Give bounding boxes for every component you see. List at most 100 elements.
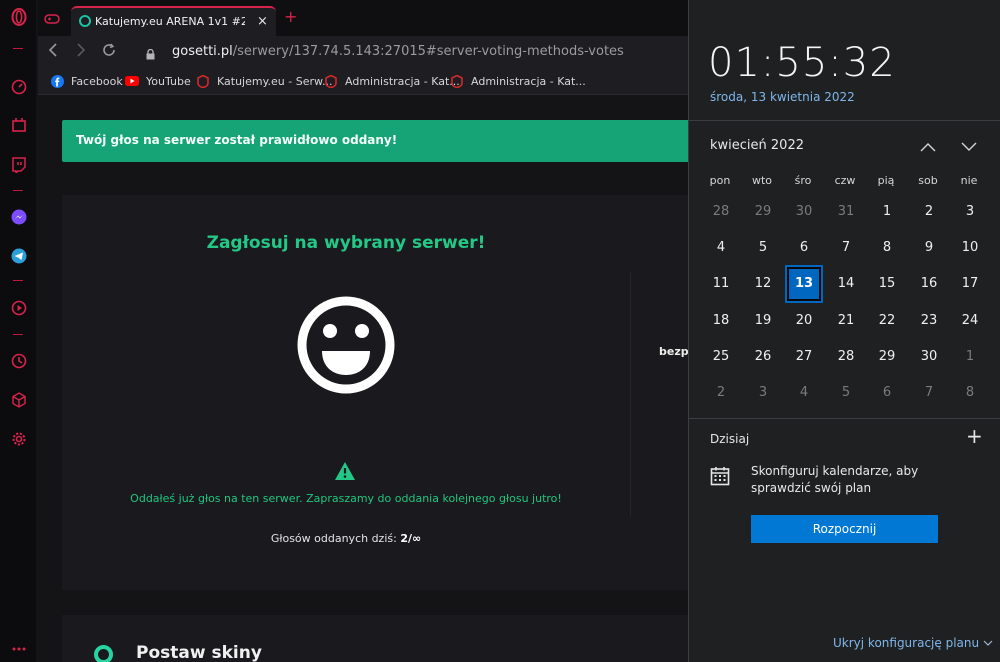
sidebar-divider bbox=[13, 48, 23, 49]
bookmark-administracja[interactable]: Administracja - Kat... bbox=[324, 74, 460, 88]
add-event-button[interactable]: + bbox=[966, 426, 983, 446]
calendar-day[interactable]: 5 bbox=[826, 376, 866, 410]
calendar-day[interactable]: 3 bbox=[743, 376, 783, 410]
start-button[interactable]: Rozpocznij bbox=[751, 515, 938, 543]
bookmark-label: Facebook bbox=[71, 74, 123, 88]
calendar-day[interactable]: 10 bbox=[950, 231, 990, 265]
votes-today-label: Głosów oddanych dziś: bbox=[270, 532, 397, 545]
calendar-day[interactable]: 3 bbox=[950, 195, 990, 229]
calendar-day[interactable]: 6 bbox=[867, 376, 907, 410]
calendar-day[interactable]: 4 bbox=[701, 231, 741, 265]
address-bar: gosetti.pl/serwery/137.74.5.143:27015#se… bbox=[38, 36, 688, 68]
weekday-label: nie bbox=[960, 174, 978, 187]
calendar-day[interactable]: 20 bbox=[784, 304, 824, 338]
twitch-gx-icon[interactable] bbox=[10, 116, 28, 134]
history-icon[interactable] bbox=[10, 352, 28, 370]
calendar-day[interactable]: 1 bbox=[867, 195, 907, 229]
calendar-day-today[interactable]: 13 bbox=[785, 265, 823, 303]
calendar-day[interactable]: 14 bbox=[826, 267, 866, 301]
calendar-day[interactable]: 18 bbox=[701, 304, 741, 338]
twitch-icon[interactable] bbox=[10, 156, 28, 174]
calendar-day[interactable]: 29 bbox=[743, 195, 783, 229]
calendar-day[interactable]: 31 bbox=[826, 195, 866, 229]
toast-message: Twój głos na serwer został prawidłowo od… bbox=[76, 133, 398, 147]
calendar-day[interactable]: 21 bbox=[826, 304, 866, 338]
weekday-label: sob bbox=[918, 174, 938, 187]
youtube-icon bbox=[125, 74, 139, 88]
calendar-day[interactable]: 2 bbox=[701, 376, 741, 410]
opera-sidebar bbox=[0, 0, 37, 662]
url-path: /serwery/137.74.5.143:27015#server-votin… bbox=[232, 44, 624, 59]
calendar-day[interactable]: 9 bbox=[909, 231, 949, 265]
calendar-day[interactable]: 7 bbox=[909, 376, 949, 410]
weekday-label: wto bbox=[751, 174, 773, 187]
calendar-day[interactable]: 6 bbox=[784, 231, 824, 265]
katujemy-icon bbox=[196, 74, 210, 88]
calendar-day[interactable]: 11 bbox=[701, 267, 741, 301]
bookmarks-bar: Facebook YouTube Katujemy.eu - Serw... A… bbox=[38, 68, 688, 95]
tab-close-button[interactable]: × bbox=[257, 14, 268, 29]
lock-icon[interactable] bbox=[146, 45, 155, 60]
hide-plan-link[interactable]: Ukryj konfigurację planu bbox=[833, 636, 993, 650]
calendar-day[interactable]: 30 bbox=[784, 195, 824, 229]
bookmark-label: Administracja - Kat... bbox=[471, 74, 586, 88]
weekday-label: śro bbox=[794, 174, 812, 187]
month-label[interactable]: kwiecień 2022 bbox=[710, 138, 804, 153]
new-tab-button[interactable]: + bbox=[284, 9, 297, 25]
flyout-divider bbox=[689, 120, 1000, 121]
bookmark-facebook[interactable]: Facebook bbox=[50, 74, 123, 88]
more-dots-icon[interactable] bbox=[10, 640, 28, 658]
forward-icon[interactable] bbox=[76, 43, 86, 61]
calendar-day[interactable]: 12 bbox=[743, 267, 783, 301]
messenger-icon[interactable] bbox=[10, 208, 28, 226]
votes-today-value: 2/∞ bbox=[400, 532, 422, 545]
calendar-day[interactable]: 29 bbox=[867, 340, 907, 374]
url-host: gosetti.pl bbox=[172, 44, 233, 59]
tab-active[interactable]: Katujemy.eu ARENA 1v1 #2 × bbox=[71, 6, 276, 36]
today-heading: Dzisiaj bbox=[710, 432, 750, 446]
calendar-day[interactable]: 16 bbox=[909, 267, 949, 301]
opera-logo-icon[interactable] bbox=[10, 8, 28, 26]
sidebar-divider bbox=[13, 190, 23, 191]
extensions-cube-icon[interactable] bbox=[10, 391, 28, 409]
calendar-day[interactable]: 28 bbox=[826, 340, 866, 374]
speed-dial-icon[interactable] bbox=[10, 78, 28, 96]
calendar-day[interactable]: 30 bbox=[909, 340, 949, 374]
calendar-day[interactable]: 24 bbox=[950, 304, 990, 338]
calendar-day[interactable]: 27 bbox=[784, 340, 824, 374]
bookmark-katujemy[interactable]: Katujemy.eu - Serw... bbox=[196, 74, 332, 88]
calendar-day[interactable]: 19 bbox=[743, 304, 783, 338]
bookmark-youtube[interactable]: YouTube bbox=[125, 74, 191, 88]
tab-bar: Katujemy.eu ARENA 1v1 #2 × + bbox=[38, 0, 688, 36]
calendar-day[interactable]: 8 bbox=[867, 231, 907, 265]
calendar-day[interactable]: 5 bbox=[743, 231, 783, 265]
back-icon[interactable] bbox=[48, 43, 58, 61]
calendar-day[interactable]: 8 bbox=[950, 376, 990, 410]
calendar-day[interactable]: 25 bbox=[701, 340, 741, 374]
calendar-day[interactable]: 2 bbox=[909, 195, 949, 229]
tab-title: Katujemy.eu ARENA 1v1 #2 bbox=[95, 15, 245, 28]
calendar-day[interactable]: 28 bbox=[701, 195, 741, 229]
prev-month-chevron-up-icon[interactable] bbox=[920, 137, 936, 152]
calendar-day[interactable]: 17 bbox=[950, 267, 990, 301]
calendar-day[interactable]: 15 bbox=[867, 267, 907, 301]
katujemy-favicon-icon bbox=[79, 15, 91, 27]
calendar-day[interactable]: 26 bbox=[743, 340, 783, 374]
next-month-chevron-down-icon[interactable] bbox=[961, 137, 977, 151]
url-field[interactable]: gosetti.pl/serwery/137.74.5.143:27015#se… bbox=[172, 44, 624, 59]
calendar-icon bbox=[710, 466, 730, 490]
clock-date[interactable]: środa, 13 kwietnia 2022 bbox=[710, 90, 855, 104]
telegram-icon[interactable] bbox=[10, 247, 28, 265]
katujemy-icon bbox=[450, 74, 464, 88]
bookmark-administracja-2[interactable]: Administracja - Kat... bbox=[450, 74, 586, 88]
smiley-icon bbox=[296, 295, 396, 399]
calendar-day[interactable]: 22 bbox=[867, 304, 907, 338]
gamepad-icon[interactable] bbox=[44, 11, 60, 25]
calendar-day[interactable]: 4 bbox=[784, 376, 824, 410]
calendar-day[interactable]: 7 bbox=[826, 231, 866, 265]
reload-icon[interactable] bbox=[102, 43, 116, 61]
calendar-day[interactable]: 23 bbox=[909, 304, 949, 338]
settings-gear-icon[interactable] bbox=[10, 430, 28, 448]
calendar-day[interactable]: 1 bbox=[950, 340, 990, 374]
player-icon[interactable] bbox=[10, 299, 28, 317]
